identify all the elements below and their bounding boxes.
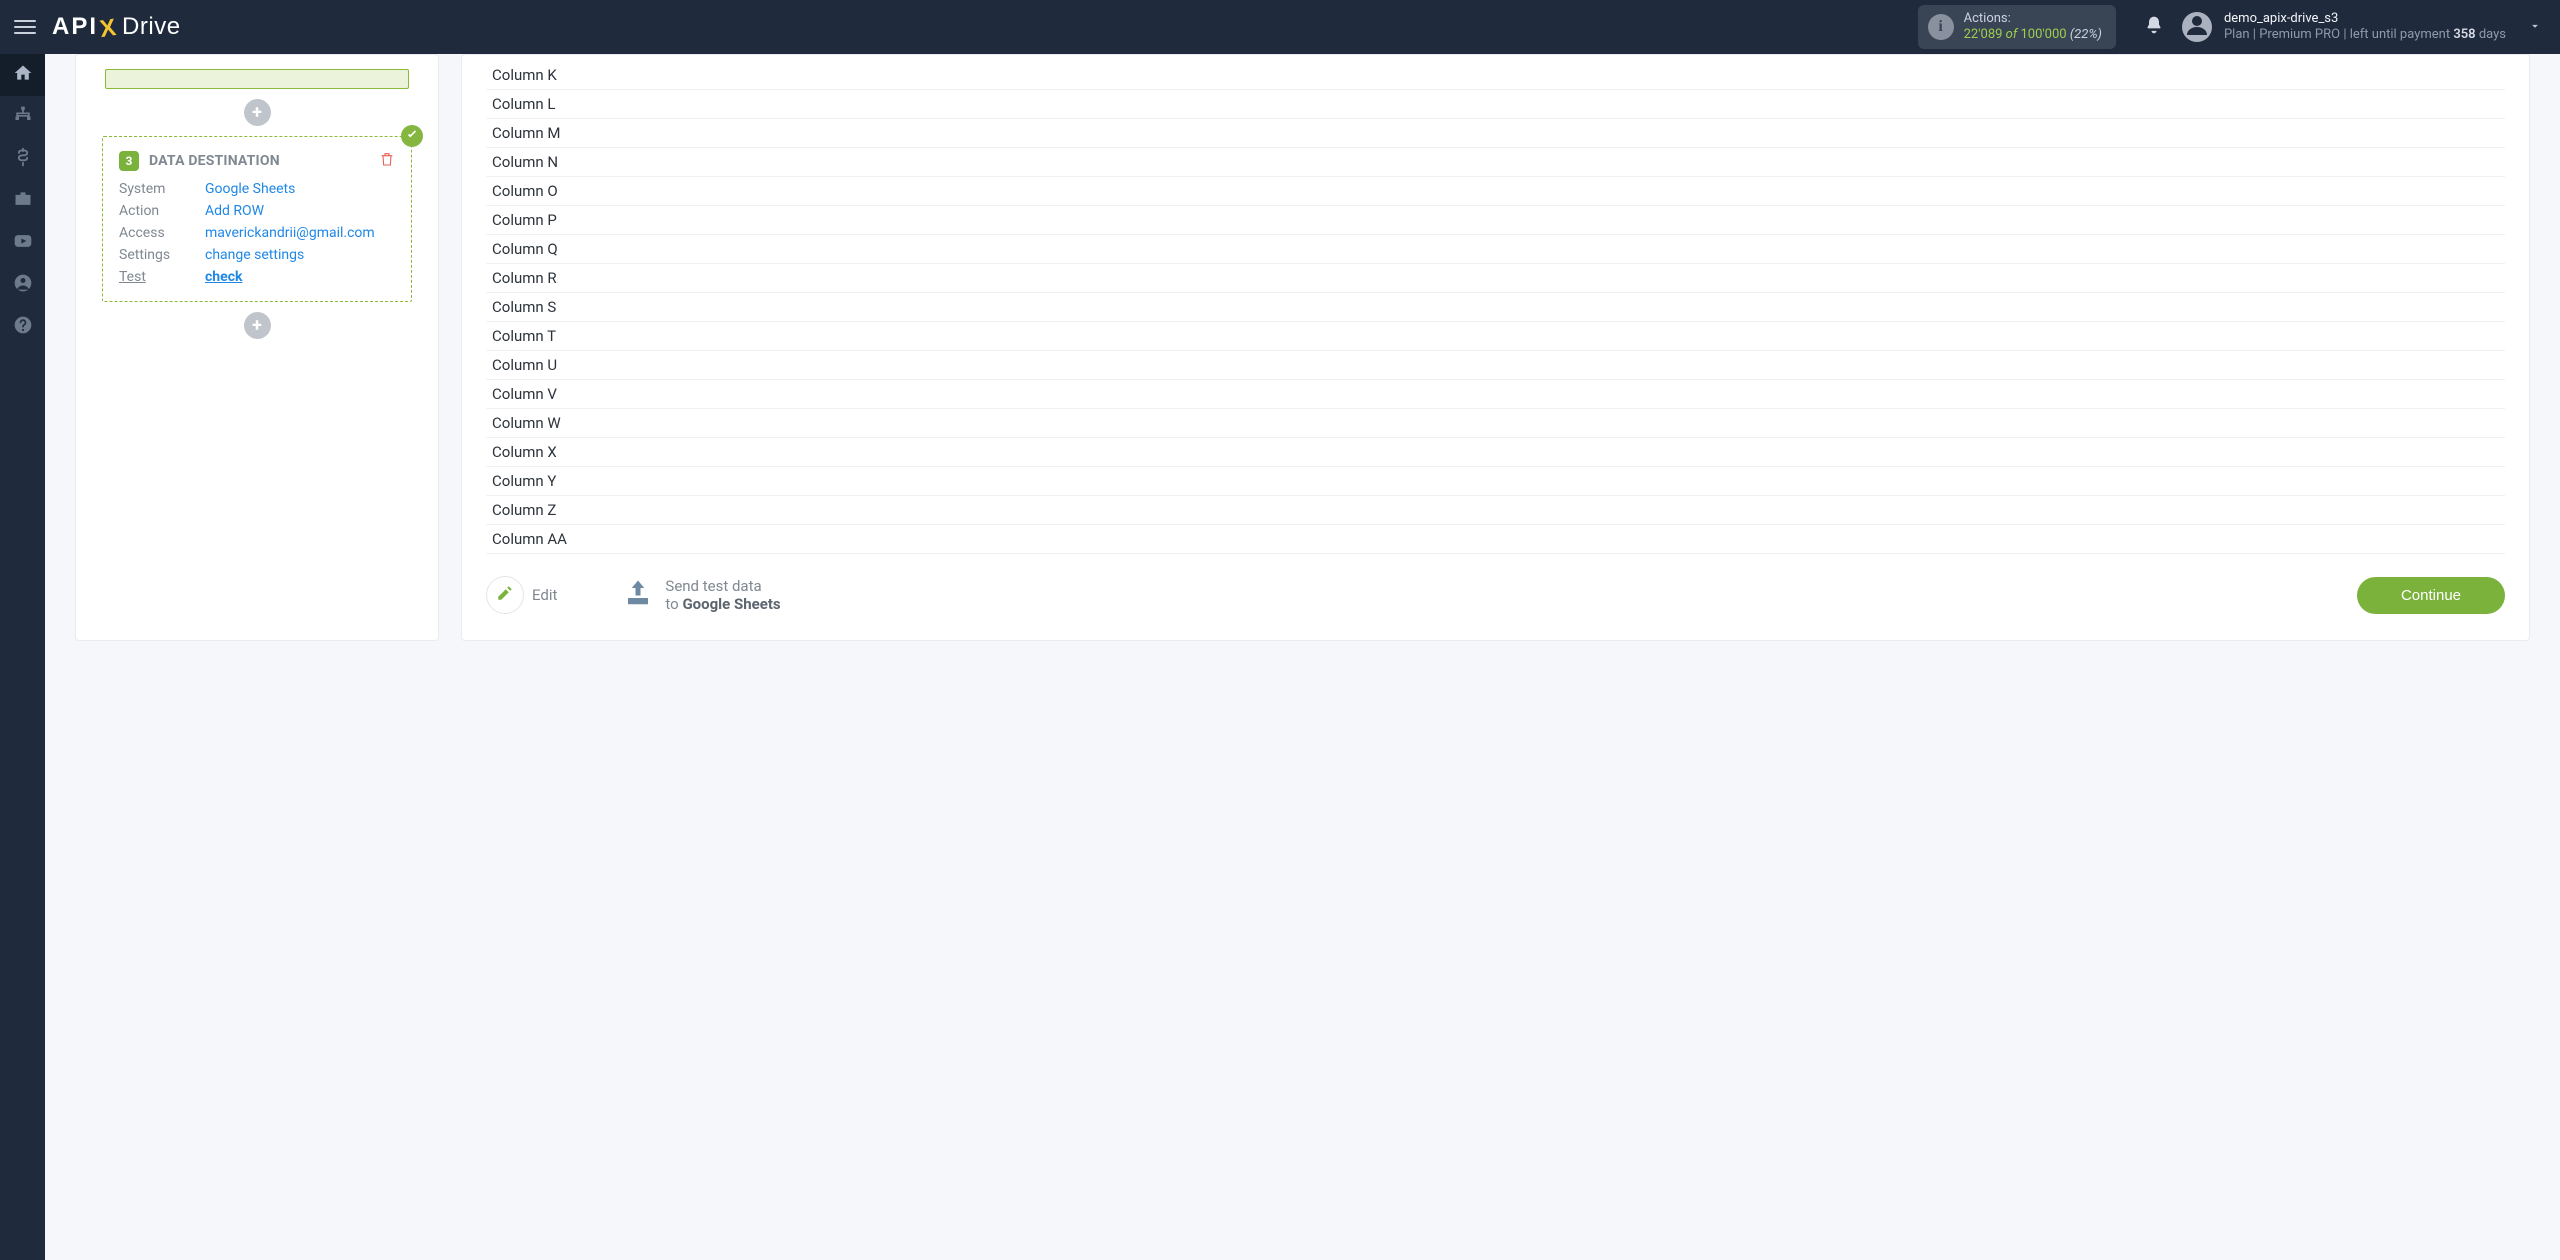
sitemap-icon	[13, 105, 33, 129]
check-icon	[405, 127, 419, 146]
actions-total: 100'000	[2020, 27, 2066, 42]
prev-step-block[interactable]	[105, 69, 409, 89]
pencil-icon	[496, 584, 514, 606]
edit-button[interactable]: Edit	[486, 576, 557, 614]
username: demo_apix-drive_s3	[2224, 11, 2506, 27]
sidebar-billing[interactable]	[0, 138, 45, 180]
actions-pct: (22%)	[2070, 27, 2102, 42]
column-item[interactable]: Column N	[486, 148, 2505, 177]
step-number: 3	[119, 151, 139, 171]
kv-access-label: Access	[119, 225, 205, 241]
add-step-button-bottom[interactable]: +	[244, 312, 271, 339]
upload-icon	[621, 578, 655, 612]
column-item[interactable]: Column Q	[486, 235, 2505, 264]
user-menu[interactable]: demo_apix-drive_s3 Plan | Premium PRO | …	[2182, 11, 2542, 44]
columns-card: Column KColumn LColumn MColumn NColumn O…	[461, 54, 2530, 641]
send-line1: Send test data	[665, 577, 780, 595]
youtube-icon	[13, 231, 33, 255]
actions-text: Actions: 22'089 of 100'000 (22%)	[1964, 11, 2102, 42]
continue-button[interactable]: Continue	[2357, 577, 2505, 614]
sidebar-help[interactable]	[0, 306, 45, 348]
sidebar-home[interactable]	[0, 54, 45, 96]
plan-days: 358	[2453, 27, 2475, 42]
dollar-icon	[13, 147, 33, 171]
column-item[interactable]: Column W	[486, 409, 2505, 438]
kv-test-label: Test	[119, 269, 205, 285]
edit-label: Edit	[532, 586, 557, 604]
actions-counter[interactable]: i Actions: 22'089 of 100'000 (22%)	[1918, 5, 2116, 48]
send-dest: Google Sheets	[682, 595, 780, 613]
briefcase-icon	[13, 189, 33, 213]
column-item[interactable]: Column K	[486, 61, 2505, 90]
column-item[interactable]: Column X	[486, 438, 2505, 467]
user-info: demo_apix-drive_s3 Plan | Premium PRO | …	[2224, 11, 2506, 44]
kv-action-label: Action	[119, 203, 205, 219]
plan-suffix: days	[2479, 27, 2506, 42]
top-header: APIXDrive i Actions: 22'089 of 100'000 (…	[0, 0, 2560, 54]
column-item[interactable]: Column S	[486, 293, 2505, 322]
kv-system-label: System	[119, 181, 205, 197]
plan-mid: | left until payment	[2343, 27, 2453, 42]
user-circle-icon	[13, 273, 33, 297]
bell-icon	[2144, 15, 2164, 39]
send-test-button[interactable]: Send test data to Google Sheets	[621, 577, 780, 613]
actions-used: 22'089	[1964, 27, 2003, 42]
column-item[interactable]: Column Y	[486, 467, 2505, 496]
data-destination-box[interactable]: 3 DATA DESTINATION System Google Sheets …	[102, 136, 412, 302]
sidebar-videos[interactable]	[0, 222, 45, 264]
page-body: + 3 DATA DESTINATION System Google Sheet…	[45, 54, 2560, 1260]
column-item[interactable]: Column R	[486, 264, 2505, 293]
column-item[interactable]: Column O	[486, 177, 2505, 206]
edit-circle	[486, 576, 524, 614]
help-icon	[13, 315, 33, 339]
trash-icon	[379, 152, 395, 171]
home-icon	[13, 63, 33, 87]
step-title: DATA DESTINATION	[149, 153, 369, 169]
plan-name: Premium PRO	[2259, 27, 2340, 42]
hamburger-button[interactable]	[10, 12, 40, 42]
step-complete-badge	[401, 125, 423, 147]
add-step-button-top[interactable]: +	[244, 99, 271, 126]
user-icon	[2185, 13, 2209, 41]
notifications-button[interactable]	[2132, 5, 2176, 49]
column-item[interactable]: Column L	[486, 90, 2505, 119]
column-item[interactable]: Column Z	[486, 496, 2505, 525]
avatar	[2182, 12, 2212, 42]
kv-test-value[interactable]: check	[205, 269, 242, 285]
send-to: to	[665, 595, 682, 613]
kv-settings-label: Settings	[119, 247, 205, 263]
delete-step-button[interactable]	[379, 151, 395, 171]
kv-action-value[interactable]: Add ROW	[205, 203, 264, 219]
send-text: Send test data to Google Sheets	[665, 577, 780, 613]
column-item[interactable]: Column AA	[486, 525, 2505, 554]
actions-of: of	[2006, 27, 2018, 42]
column-item[interactable]: Column V	[486, 380, 2505, 409]
kv-settings-value[interactable]: change settings	[205, 247, 304, 263]
actions-label: Actions:	[1964, 11, 2102, 27]
plan-prefix: Plan |	[2224, 27, 2256, 42]
sidebar-connections[interactable]	[0, 96, 45, 138]
column-item[interactable]: Column M	[486, 119, 2505, 148]
sidebar-services[interactable]	[0, 180, 45, 222]
column-item[interactable]: Column P	[486, 206, 2505, 235]
chevron-down-icon	[2528, 18, 2542, 37]
sidebar-account[interactable]	[0, 264, 45, 306]
steps-card: + 3 DATA DESTINATION System Google Sheet…	[75, 54, 439, 641]
info-icon: i	[1928, 14, 1954, 40]
card-footer: Edit Send test data to Google Sheets Con…	[486, 554, 2505, 614]
kv-system-value[interactable]: Google Sheets	[205, 181, 295, 197]
brand-logo[interactable]: APIXDrive	[52, 13, 181, 41]
kv-access-value[interactable]: maverickandrii@gmail.com	[205, 225, 375, 241]
left-sidebar	[0, 54, 45, 1260]
column-item[interactable]: Column T	[486, 322, 2505, 351]
columns-list: Column KColumn LColumn MColumn NColumn O…	[486, 61, 2505, 554]
column-item[interactable]: Column U	[486, 351, 2505, 380]
